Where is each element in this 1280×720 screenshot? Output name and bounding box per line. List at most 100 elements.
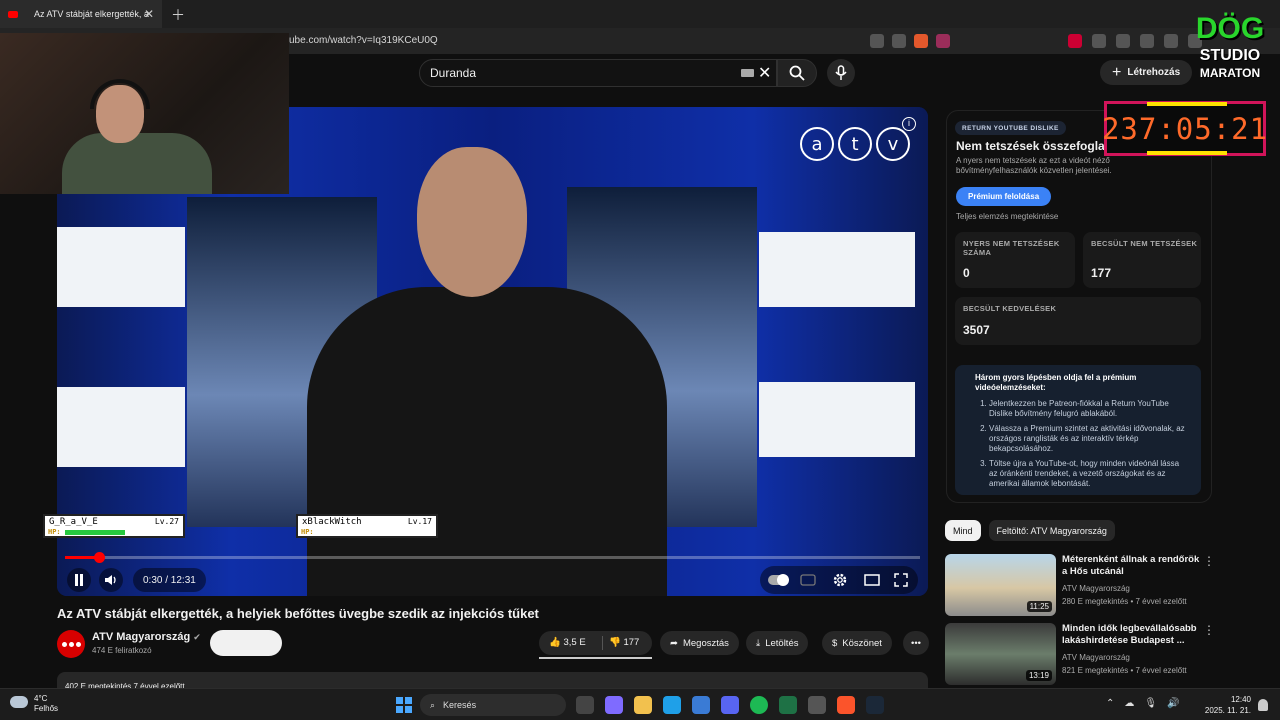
volume-icon[interactable]: 🔊 xyxy=(1167,698,1179,709)
fullscreen-icon[interactable] xyxy=(894,573,908,587)
excel-icon[interactable] xyxy=(779,696,797,714)
volume-button[interactable] xyxy=(99,568,123,592)
ryd-subtitle: A nyers nem tetszések az ezt a videót né… xyxy=(956,156,1112,175)
steam-icon[interactable] xyxy=(866,696,884,714)
hp-label: HP: xyxy=(48,528,61,536)
cast-icon[interactable] xyxy=(870,34,884,48)
player-hp-card-2: xBlackWitch Lv.17 HP: xyxy=(296,514,438,538)
recommended-channel[interactable]: ATV Magyarország xyxy=(1062,653,1130,662)
stat-value: 3507 xyxy=(963,323,990,337)
search-button[interactable] xyxy=(777,59,817,87)
downloads-icon[interactable] xyxy=(1140,34,1154,48)
browser-tab[interactable]: Az ATV stábját elkergették, a ✕ xyxy=(0,0,162,28)
system-tray: ⌃ ☁ 🎙 🔊 xyxy=(1106,698,1180,709)
more-actions-button[interactable]: ••• xyxy=(903,631,929,655)
download-button[interactable]: ⤓ Letöltés xyxy=(746,631,809,655)
discord-icon[interactable] xyxy=(721,696,739,714)
studio-screen-panel xyxy=(759,232,915,307)
url-text[interactable]: ube.com/watch?v=Iq319KCeU0Q xyxy=(289,35,438,46)
like-button[interactable]: 👍 3,5 E xyxy=(549,637,586,648)
dislike-button[interactable]: 👎 177 xyxy=(609,637,639,648)
copilot-icon[interactable] xyxy=(605,696,623,714)
file-explorer-icon[interactable] xyxy=(634,696,652,714)
chip-all[interactable]: Mind xyxy=(945,520,981,541)
studio-screen-panel xyxy=(57,227,185,307)
edge-icon[interactable] xyxy=(663,696,681,714)
premium-unlock-button[interactable]: Prémium feloldása xyxy=(956,187,1052,206)
music-icon[interactable] xyxy=(1164,34,1178,48)
progress-bar[interactable] xyxy=(65,552,920,563)
hp-label: HP: xyxy=(301,528,314,536)
player-level: Lv.27 xyxy=(154,517,179,526)
settings-gear-icon[interactable] xyxy=(832,572,848,588)
hp-bar xyxy=(65,530,125,535)
search-icon xyxy=(789,65,805,81)
autoplay-toggle[interactable] xyxy=(768,574,789,586)
verified-icon: ✔ xyxy=(193,632,201,642)
notification-bell-icon[interactable] xyxy=(1258,699,1268,711)
tab-title: Az ATV stábját elkergették, a xyxy=(34,9,149,19)
brave-icon[interactable] xyxy=(837,696,855,714)
pause-button[interactable] xyxy=(67,568,91,592)
recommended-video[interactable]: 11:25 Méterenként állnak a rendőrök a Hő… xyxy=(945,554,1215,618)
presenter-body xyxy=(307,287,667,596)
recommended-title[interactable]: Méterenként állnak a rendőrök a Hős utcá… xyxy=(1062,554,1207,578)
theater-mode-icon[interactable] xyxy=(864,573,880,587)
marathon-timer: 237:05:21 xyxy=(1102,101,1267,156)
headphones-icon xyxy=(90,79,150,109)
share-icon[interactable] xyxy=(892,34,906,48)
search-input[interactable]: Duranda ✕ xyxy=(419,59,777,87)
system-clock[interactable]: 12:40 2025. 11. 21. xyxy=(1200,694,1251,716)
channel-name[interactable]: ATV Magyarország ✔ xyxy=(92,631,201,643)
pause-icon xyxy=(75,574,83,586)
info-icon[interactable]: i xyxy=(902,117,916,131)
more-vert-icon[interactable]: ⋮ xyxy=(1203,623,1215,637)
more-vert-icon[interactable]: ⋮ xyxy=(1203,554,1215,568)
taskbar-search[interactable]: ⌕ Keresés xyxy=(420,694,566,716)
time-text: 0:30 / 12:31 xyxy=(143,574,196,586)
cloud-icon[interactable]: ☁ xyxy=(1124,698,1134,709)
video-thumbnail[interactable]: 11:25 xyxy=(945,554,1056,616)
full-analysis-link[interactable]: Teljes elemzés megtekintése xyxy=(956,212,1058,221)
recommended-video[interactable]: 13:19 Minden idők legbevállalósabb lakás… xyxy=(945,623,1215,687)
microphone-icon[interactable]: 🎙 xyxy=(1144,698,1157,709)
channel-avatar[interactable] xyxy=(57,630,85,658)
extensions-puzzle-icon[interactable] xyxy=(1092,34,1106,48)
ryd-heading: Nem tetszések összefoglalója xyxy=(956,139,1126,153)
clock-time: 12:40 xyxy=(1230,695,1251,704)
duration-badge: 11:25 xyxy=(1026,601,1052,612)
spotify-icon[interactable] xyxy=(750,696,768,714)
dog-studio-logo: DÖG STUDIO MARATON xyxy=(1195,12,1265,80)
brave-rewards-icon[interactable] xyxy=(936,34,950,48)
keyboard-icon[interactable] xyxy=(741,69,754,77)
browser-toolbar-icons xyxy=(1068,34,1202,48)
app-icon[interactable] xyxy=(808,696,826,714)
windows-start-icon[interactable] xyxy=(396,697,412,713)
voice-search-button[interactable] xyxy=(827,59,855,87)
recommended-meta: 280 E megtekintés • 7 évvel ezelőtt xyxy=(1062,597,1187,606)
logo-letter: v xyxy=(876,127,910,161)
wallet-icon[interactable] xyxy=(1116,34,1130,48)
subtitles-icon[interactable] xyxy=(800,574,816,586)
video-thumbnail[interactable]: 13:19 xyxy=(945,623,1056,685)
task-view-icon[interactable] xyxy=(576,696,594,714)
clear-search-icon[interactable]: ✕ xyxy=(758,63,771,83)
close-tab-icon[interactable]: ✕ xyxy=(144,7,154,21)
stat-value: 0 xyxy=(963,266,970,280)
stat-label: BECSÜLT NEM TETSZÉSEK xyxy=(1091,239,1198,248)
new-tab-icon[interactable]: ＋ xyxy=(171,5,185,25)
brave-shield-icon[interactable] xyxy=(914,34,928,48)
chip-uploader[interactable]: Feltöltő: ATV Magyarország xyxy=(988,520,1115,541)
extension-icon[interactable] xyxy=(1068,34,1082,48)
subscribe-button[interactable] xyxy=(210,630,282,656)
time-display: 0:30 / 12:31 xyxy=(133,568,206,592)
store-icon[interactable] xyxy=(692,696,710,714)
recommended-title[interactable]: Minden idők legbevállalósabb lakáshirdet… xyxy=(1062,623,1207,647)
share-button[interactable]: ➦ Megosztás xyxy=(660,631,739,655)
chevron-up-icon[interactable]: ⌃ xyxy=(1106,698,1114,709)
create-button[interactable]: + Létrehozás xyxy=(1100,60,1193,85)
thanks-button[interactable]: $ Köszönet xyxy=(822,631,892,655)
steps-title: Három gyors lépésben oldja fel a prémium… xyxy=(975,373,1137,392)
recommended-channel[interactable]: ATV Magyarország xyxy=(1062,584,1130,593)
studio-screen-panel xyxy=(57,387,185,467)
